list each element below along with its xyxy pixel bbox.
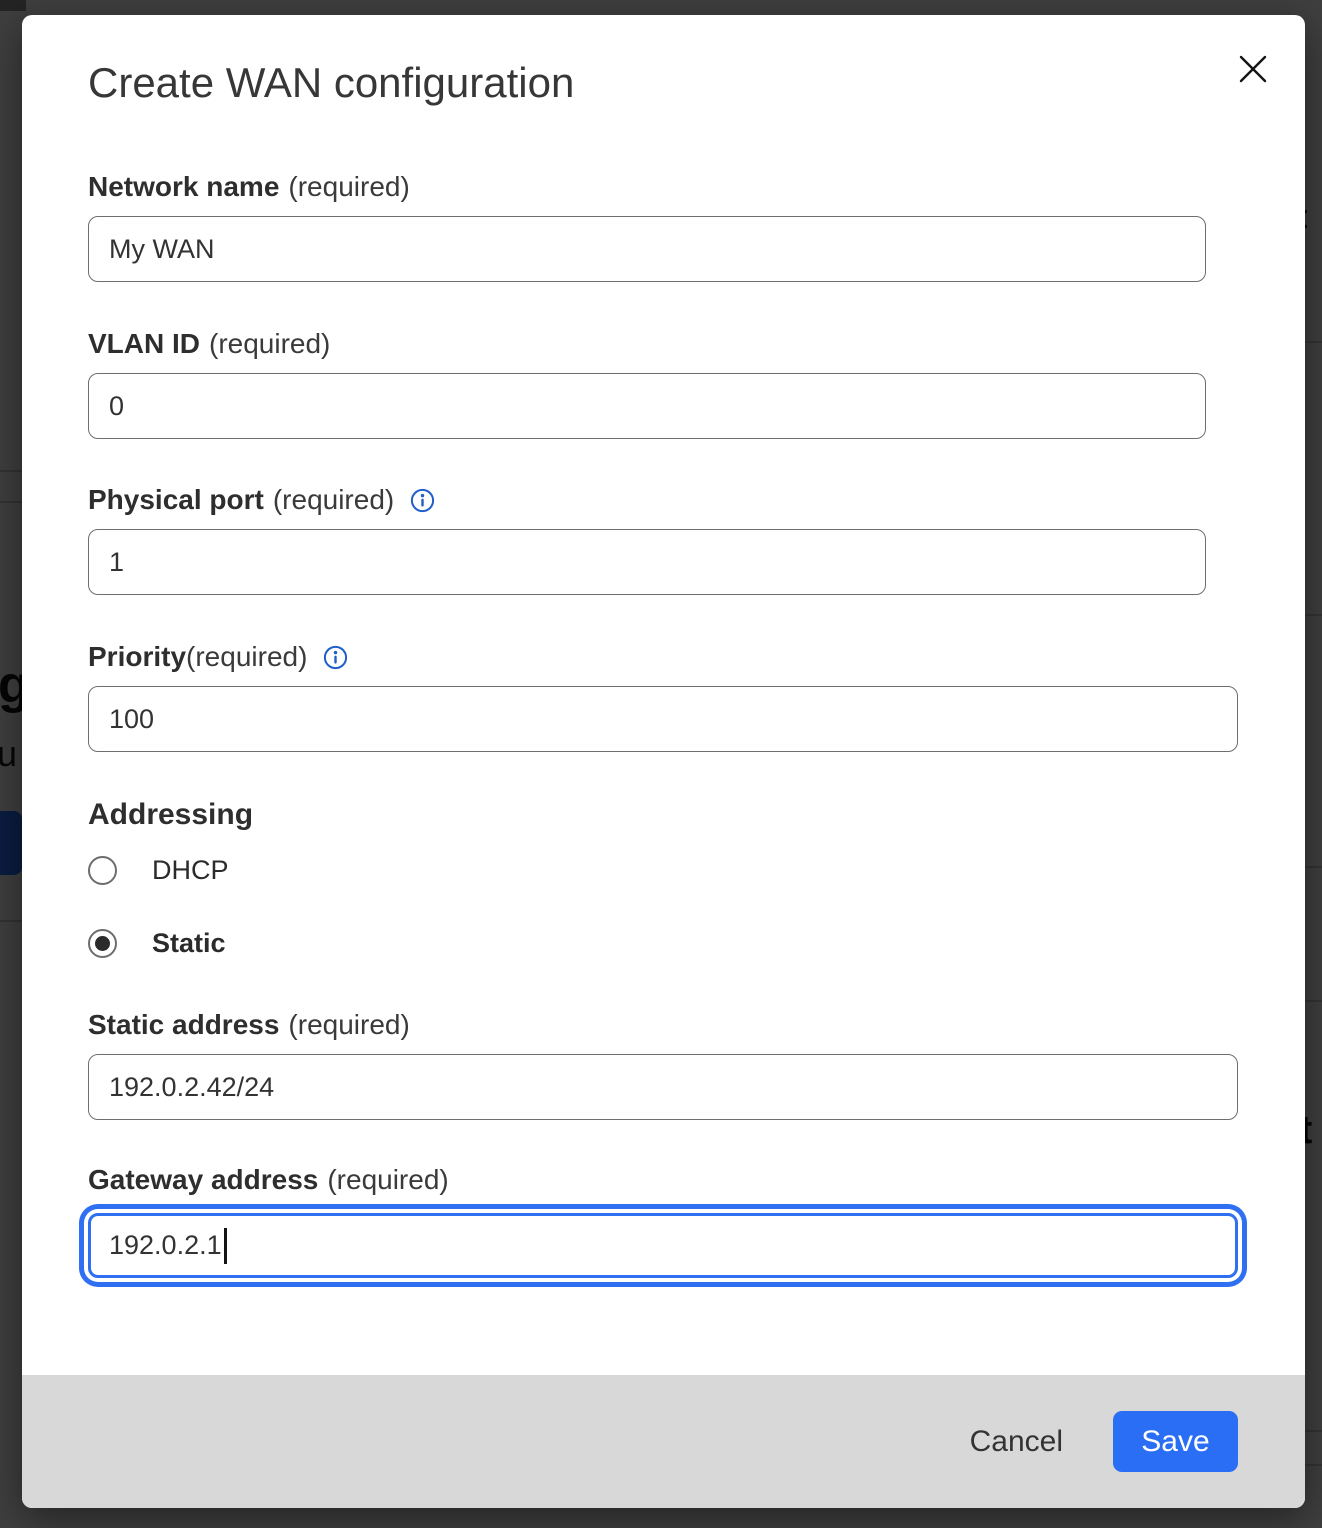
text-cursor <box>224 1228 227 1264</box>
radio-icon <box>88 856 117 885</box>
priority-label: Priority (required) <box>88 640 1305 674</box>
static-address-label: Static address (required) <box>88 1008 1305 1042</box>
dialog-footer: Cancel Save <box>22 1375 1305 1508</box>
physical-port-label: Physical port (required) <box>88 483 1305 517</box>
addressing-heading: Addressing <box>88 797 1305 833</box>
addressing-radio-static[interactable]: Static <box>88 927 1305 959</box>
radio-label: Static <box>152 928 226 959</box>
network-name-label: Network name (required) <box>88 170 1305 204</box>
create-wan-dialog: Create WAN configuration Network name (r… <box>22 15 1305 1508</box>
radio-icon <box>88 929 117 958</box>
network-name-input[interactable] <box>88 216 1206 282</box>
vlan-id-label: VLAN ID (required) <box>88 327 1305 361</box>
static-address-input[interactable] <box>88 1054 1238 1120</box>
priority-input[interactable] <box>88 686 1238 752</box>
vlan-id-input[interactable] <box>88 373 1206 439</box>
physical-port-input[interactable] <box>88 529 1206 595</box>
save-button[interactable]: Save <box>1113 1411 1238 1472</box>
info-icon[interactable] <box>410 488 435 513</box>
dialog-title: Create WAN configuration <box>88 58 1305 108</box>
info-icon[interactable] <box>323 645 348 670</box>
cancel-button[interactable]: Cancel <box>970 1425 1063 1459</box>
gateway-address-input[interactable]: 192.0.2.1 <box>88 1213 1238 1278</box>
gateway-address-value: 192.0.2.1 <box>109 1230 222 1261</box>
radio-label: DHCP <box>152 855 229 886</box>
gateway-address-label: Gateway address (required) <box>88 1163 1305 1197</box>
addressing-radio-dhcp[interactable]: DHCP <box>88 854 1305 886</box>
